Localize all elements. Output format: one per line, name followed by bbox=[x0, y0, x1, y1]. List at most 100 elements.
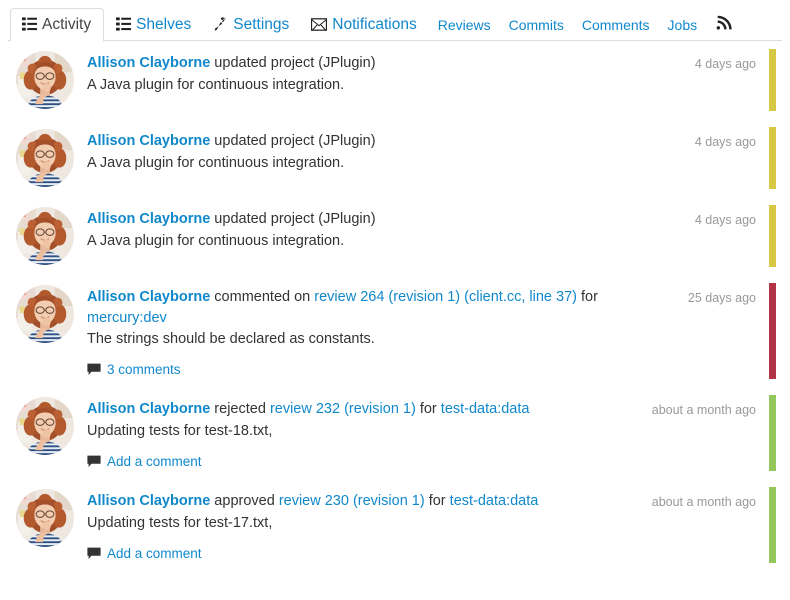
activity-status-stripe bbox=[769, 283, 776, 379]
main-tab-bar: Activity Shelves Settings Notifications Revi… bbox=[0, 0, 790, 41]
activity-comment-action[interactable]: Add a comment bbox=[87, 454, 756, 469]
activity-headline: Allison Clayborne updated project (JPlug… bbox=[87, 209, 685, 230]
tab-shelves[interactable]: Shelves bbox=[106, 9, 201, 42]
tab-settings[interactable]: Settings bbox=[203, 9, 299, 42]
activity-row: Allison Clayborne rejected review 232 (r… bbox=[0, 387, 790, 479]
activity-target-link[interactable]: test-data:data bbox=[450, 493, 539, 509]
activity-timestamp: 4 days ago bbox=[695, 131, 756, 153]
activity-headline: Allison Clayborne updated project (JPlug… bbox=[87, 131, 685, 152]
wrench-icon bbox=[213, 17, 228, 32]
avatar[interactable] bbox=[16, 129, 74, 187]
activity-user-link[interactable]: Allison Clayborne bbox=[87, 211, 210, 227]
activity-comment-action-label: 3 comments bbox=[107, 362, 181, 377]
activity-target-link[interactable]: test-data:data bbox=[441, 401, 530, 417]
activity-target-link[interactable]: mercury:dev bbox=[87, 310, 167, 326]
activity-body: Allison Clayborne approved review 230 (r… bbox=[87, 489, 756, 561]
activity-user-link[interactable]: Allison Clayborne bbox=[87, 401, 210, 417]
envelope-icon bbox=[311, 18, 327, 31]
comment-bubble-icon bbox=[87, 455, 101, 468]
activity-row: Allison Clayborne approved review 230 (r… bbox=[0, 479, 790, 571]
tab-notifications[interactable]: Notifications bbox=[301, 9, 426, 42]
activity-row: Allison Clayborne commented on review 26… bbox=[0, 275, 790, 387]
activity-target-link[interactable]: review 264 (revision 1) (client.cc, line… bbox=[314, 289, 577, 305]
list-icon bbox=[22, 17, 37, 31]
activity-verb-text: commented on bbox=[210, 289, 314, 305]
activity-headline: Allison Clayborne rejected review 232 (r… bbox=[87, 399, 642, 420]
avatar[interactable] bbox=[16, 51, 74, 109]
activity-verb-text: for bbox=[416, 401, 441, 417]
activity-timestamp: about a month ago bbox=[652, 491, 756, 513]
tab-label: Commits bbox=[509, 18, 564, 32]
activity-status-stripe bbox=[769, 395, 776, 471]
activity-timestamp: 4 days ago bbox=[695, 209, 756, 231]
tab-jobs[interactable]: Jobs bbox=[659, 10, 707, 41]
activity-body: Allison Clayborne updated project (JPlug… bbox=[87, 207, 756, 252]
activity-timestamp: about a month ago bbox=[652, 399, 756, 421]
tab-reviews[interactable]: Reviews bbox=[429, 10, 500, 41]
activity-description: A Java plugin for continuous integration… bbox=[87, 153, 756, 174]
activity-row: Allison Clayborne updated project (JPlug… bbox=[0, 197, 790, 275]
tab-label: Shelves bbox=[136, 17, 191, 33]
activity-status-stripe bbox=[769, 49, 776, 111]
tab-commits[interactable]: Commits bbox=[500, 10, 573, 41]
activity-timestamp: 25 days ago bbox=[688, 287, 756, 309]
tab-label: Notifications bbox=[332, 17, 416, 33]
activity-target-link[interactable]: review 232 (revision 1) bbox=[270, 401, 416, 417]
activity-target-link[interactable]: review 230 (revision 1) bbox=[279, 493, 425, 509]
activity-user-link[interactable]: Allison Clayborne bbox=[87, 133, 210, 149]
tab-label: Comments bbox=[582, 18, 650, 32]
avatar[interactable] bbox=[16, 207, 74, 265]
activity-headline-row: Allison Clayborne updated project (JPlug… bbox=[87, 209, 756, 231]
activity-description: The strings should be declared as consta… bbox=[87, 329, 756, 350]
activity-comment-action[interactable]: 3 comments bbox=[87, 362, 756, 377]
activity-row: Allison Clayborne updated project (JPlug… bbox=[0, 119, 790, 197]
list-icon bbox=[116, 17, 131, 31]
activity-user-link[interactable]: Allison Clayborne bbox=[87, 493, 210, 509]
activity-description: A Java plugin for continuous integration… bbox=[87, 75, 756, 96]
activity-headline-row: Allison Clayborne rejected review 232 (r… bbox=[87, 399, 756, 421]
activity-status-stripe bbox=[769, 205, 776, 267]
activity-verb-text: rejected bbox=[210, 401, 270, 417]
activity-verb-text: approved bbox=[210, 493, 279, 509]
activity-verb-text: updated project (JPlugin) bbox=[210, 55, 375, 71]
activity-status-stripe bbox=[769, 127, 776, 189]
activity-headline-row: Allison Clayborne updated project (JPlug… bbox=[87, 53, 756, 75]
tab-label: Activity bbox=[42, 17, 91, 33]
activity-headline-row: Allison Clayborne commented on review 26… bbox=[87, 287, 756, 329]
activity-verb-text: updated project (JPlugin) bbox=[210, 211, 375, 227]
activity-headline: Allison Clayborne commented on review 26… bbox=[87, 287, 678, 329]
tab-label: Jobs bbox=[668, 18, 698, 32]
activity-description: Updating tests for test-18.txt, bbox=[87, 421, 756, 442]
activity-description: A Java plugin for continuous integration… bbox=[87, 231, 756, 252]
activity-body: Allison Clayborne rejected review 232 (r… bbox=[87, 397, 756, 469]
activity-timestamp: 4 days ago bbox=[695, 53, 756, 75]
comment-bubble-icon bbox=[87, 363, 101, 376]
activity-comment-action[interactable]: Add a comment bbox=[87, 546, 756, 561]
activity-comment-action-label: Add a comment bbox=[107, 546, 202, 561]
tab-label: Settings bbox=[233, 17, 289, 33]
activity-verb-text: for bbox=[577, 289, 598, 305]
activity-headline: Allison Clayborne updated project (JPlug… bbox=[87, 53, 685, 74]
tab-label: Reviews bbox=[438, 18, 491, 32]
activity-comment-action-label: Add a comment bbox=[107, 454, 202, 469]
activity-body: Allison Clayborne commented on review 26… bbox=[87, 285, 756, 377]
avatar[interactable] bbox=[16, 489, 74, 547]
activity-status-stripe bbox=[769, 487, 776, 563]
activity-verb-text: for bbox=[425, 493, 450, 509]
tab-comments[interactable]: Comments bbox=[573, 10, 659, 41]
activity-user-link[interactable]: Allison Clayborne bbox=[87, 289, 210, 305]
activity-description: Updating tests for test-17.txt, bbox=[87, 513, 756, 534]
comment-bubble-icon bbox=[87, 547, 101, 560]
activity-headline: Allison Clayborne approved review 230 (r… bbox=[87, 491, 642, 512]
activity-body: Allison Clayborne updated project (JPlug… bbox=[87, 129, 756, 174]
rss-icon bbox=[716, 14, 733, 31]
activity-headline-row: Allison Clayborne updated project (JPlug… bbox=[87, 131, 756, 153]
activity-user-link[interactable]: Allison Clayborne bbox=[87, 55, 210, 71]
avatar[interactable] bbox=[16, 285, 74, 343]
activity-row: Allison Clayborne updated project (JPlug… bbox=[0, 41, 790, 119]
rss-feed-link[interactable] bbox=[706, 6, 741, 41]
activity-feed: Allison Clayborne updated project (JPlug… bbox=[0, 41, 790, 571]
activity-body: Allison Clayborne updated project (JPlug… bbox=[87, 51, 756, 96]
tab-activity[interactable]: Activity bbox=[10, 8, 104, 43]
avatar[interactable] bbox=[16, 397, 74, 455]
